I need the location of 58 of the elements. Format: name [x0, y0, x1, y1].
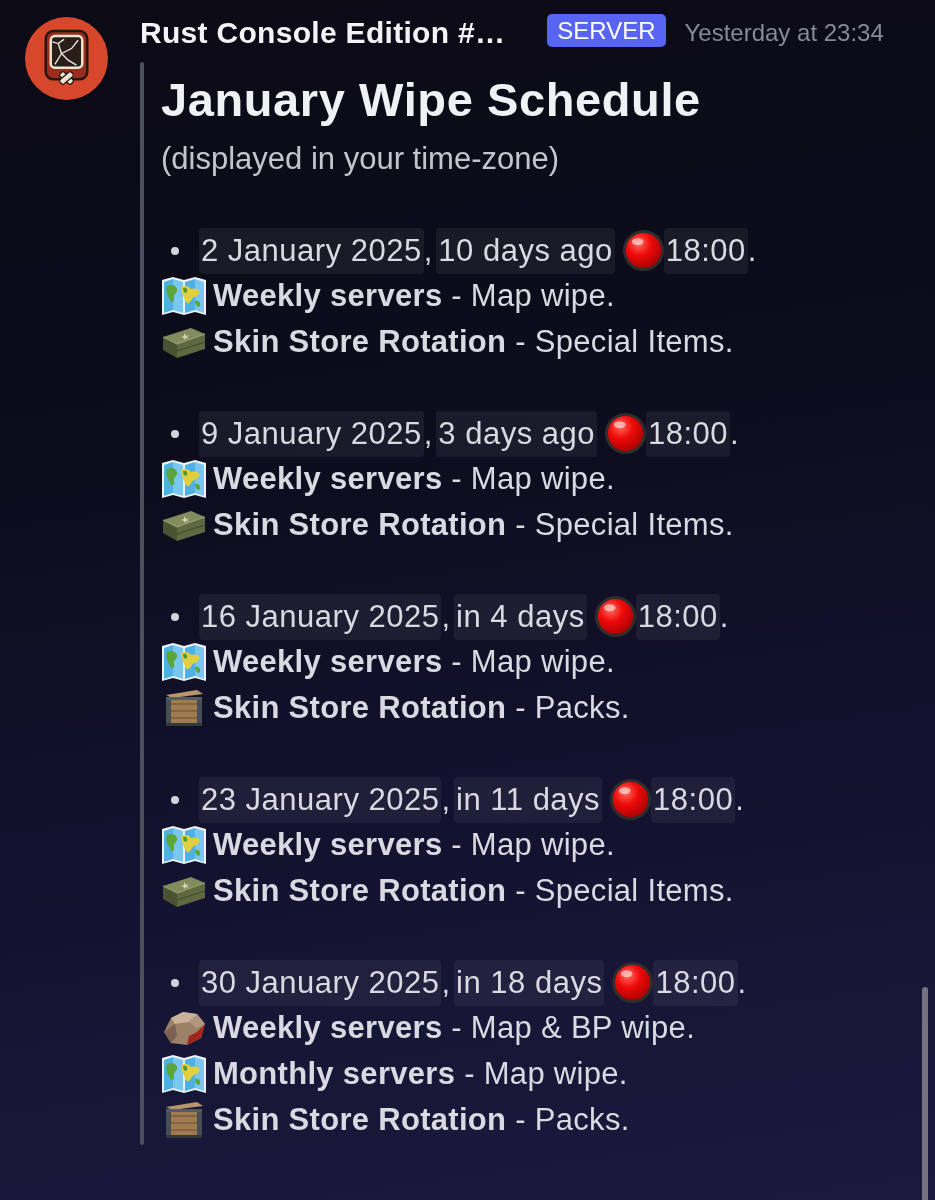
circle-emoji-icon: [605, 413, 646, 455]
wipe-detail-text: Weekly servers - Map wipe.: [213, 278, 615, 315]
folded-map-icon: [161, 825, 207, 866]
bullet-icon: [171, 429, 179, 438]
period-text: .: [730, 415, 739, 452]
folded-map-icon: [161, 1054, 207, 1095]
comma-text: ,: [423, 232, 433, 269]
bullet-icon: [171, 795, 179, 804]
time-timestamp: 18:00: [646, 410, 731, 457]
message-timestamp: Yesterday at 23:34: [684, 19, 884, 47]
bullet-icon: [171, 246, 179, 255]
wipe-detail-text: Weekly servers - Map & BP wipe.: [213, 1010, 696, 1047]
wipe-detail-text: Weekly servers - Map wipe.: [213, 644, 615, 681]
comma-text: ,: [441, 598, 451, 635]
period-text: .: [719, 598, 729, 635]
circle-emoji-icon: [594, 596, 636, 638]
embed-title: January Wipe Schedule: [161, 72, 702, 128]
relative-timestamp: in 11 days: [454, 776, 603, 823]
wipe-detail-text: Skin Store Rotation - Packs.: [213, 690, 630, 727]
time-timestamp: 18:00: [651, 776, 736, 823]
scrollbar-thumb[interactable]: [922, 987, 928, 1200]
date-timestamp: 9 January 2025: [199, 410, 424, 457]
wipe-detail-text: Skin Store Rotation - Special Items.: [213, 873, 734, 910]
wipe-detail-text: Weekly servers - Map wipe.: [213, 827, 615, 864]
circle-emoji-icon: [610, 779, 652, 821]
period-text: .: [737, 964, 747, 1001]
date-timestamp: 23 January 2025: [199, 776, 442, 823]
comma-text: ,: [441, 964, 451, 1001]
date-timestamp: 30 January 2025: [199, 959, 442, 1006]
period-text: .: [735, 781, 744, 818]
embed-subtitle: (displayed in your time-zone): [161, 140, 560, 178]
date-timestamp: 2 January 2025: [199, 227, 424, 274]
author-name[interactable]: Rust Console Edition #…: [140, 16, 506, 50]
wipe-detail-text: Skin Store Rotation - Special Items.: [213, 507, 734, 544]
folded-map-icon: [161, 642, 207, 683]
circle-emoji-icon: [622, 230, 664, 272]
circle-emoji-icon: [612, 962, 654, 1004]
server-tag: SERVER: [547, 13, 666, 47]
comma-text: ,: [423, 415, 433, 452]
wipe-detail-text: Monthly servers - Map wipe.: [213, 1056, 628, 1093]
bullet-icon: [171, 612, 179, 621]
wipe-detail-text: Weekly servers - Map wipe.: [213, 461, 615, 498]
period-text: .: [747, 232, 757, 269]
date-timestamp: 16 January 2025: [199, 593, 442, 640]
bullet-icon: [171, 978, 179, 987]
relative-timestamp: in 18 days: [454, 959, 605, 1006]
wipe-detail-text: Skin Store Rotation - Special Items.: [213, 324, 734, 361]
folded-map-icon: [161, 276, 207, 317]
relative-timestamp: in 4 days: [454, 593, 587, 640]
time-timestamp: 18:00: [635, 593, 720, 640]
folded-map-icon: [161, 459, 207, 500]
time-timestamp: 18:00: [653, 959, 738, 1006]
relative-timestamp: 3 days ago: [436, 410, 597, 457]
comma-text: ,: [441, 781, 451, 818]
wipe-detail-text: Skin Store Rotation - Packs.: [213, 1101, 630, 1138]
relative-timestamp: 10 days ago: [436, 227, 615, 274]
avatar-logo-icon[interactable]: [25, 17, 108, 100]
time-timestamp: 18:00: [663, 227, 748, 274]
